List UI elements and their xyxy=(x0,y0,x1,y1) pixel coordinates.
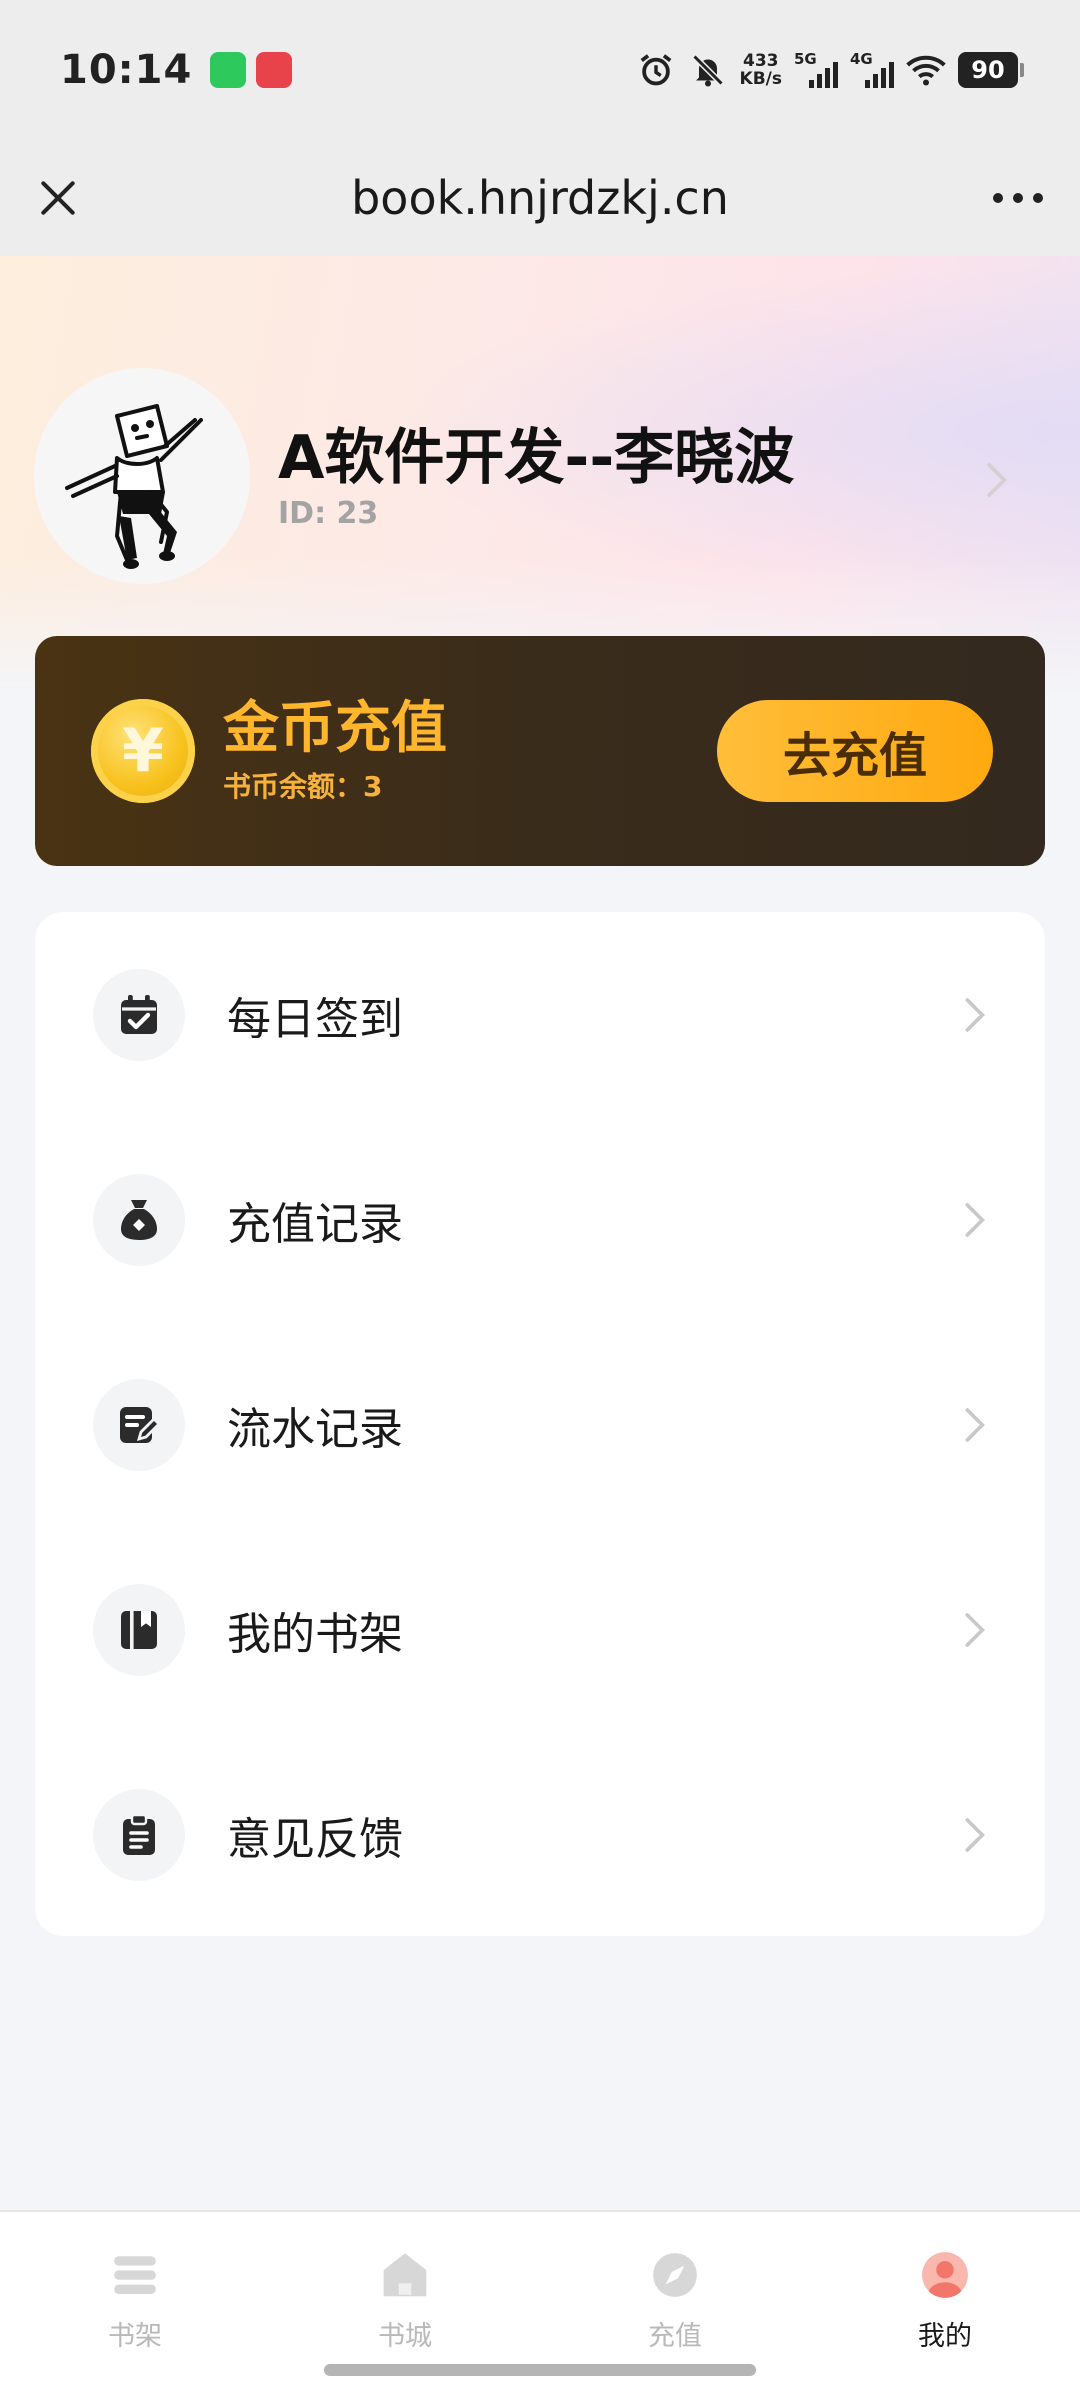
chevron-right-icon xyxy=(965,1817,985,1852)
avatar[interactable] xyxy=(34,368,250,584)
coin-title: 金币充值 xyxy=(223,696,447,761)
network-speed: 433 KB/s xyxy=(740,52,782,88)
network-speed-value: 433 xyxy=(743,51,779,71)
profile-icon xyxy=(918,2248,972,2302)
home-indicator[interactable] xyxy=(324,2364,756,2376)
browser-title-bar: book.hnjrdzkj.cn xyxy=(0,140,1080,256)
status-indicators: 433 KB/s 5G 4G 90 xyxy=(636,50,1024,90)
status-time: 10:14 xyxy=(60,47,193,93)
signal-5g-icon: 5G xyxy=(794,50,838,90)
app-root: 10:14 433 KB/s 5G 4G 90 book.hnjrdzkj.cn… xyxy=(0,0,1080,2400)
signal-4g-icon: 4G xyxy=(850,50,894,90)
menu-list: 每日签到 充值记录 流水记录 我的书架 意见反馈 xyxy=(35,912,1045,1936)
page-url: book.hnjrdzkj.cn xyxy=(351,171,729,225)
menu-item-transaction-records[interactable]: 流水记录 xyxy=(35,1322,1045,1527)
recharge-button[interactable]: 去充值 xyxy=(717,700,993,802)
status-bar: 10:14 433 KB/s 5G 4G 90 xyxy=(0,0,1080,140)
chevron-right-icon xyxy=(965,1407,985,1442)
close-button[interactable] xyxy=(30,170,86,226)
alarm-icon xyxy=(636,50,676,90)
profile-section[interactable]: A软件开发--李晓波 ID: 23 xyxy=(34,368,1046,584)
chevron-right-icon xyxy=(965,1612,985,1647)
mute-icon xyxy=(688,50,728,90)
menu-item-feedback[interactable]: 意见反馈 xyxy=(35,1732,1045,1937)
menu-label: 流水记录 xyxy=(227,1403,403,1455)
menu-label: 意见反馈 xyxy=(227,1813,403,1865)
chevron-right-icon xyxy=(987,463,1008,497)
menu-item-recharge-records[interactable]: 充值记录 xyxy=(35,1117,1045,1322)
nav-tab-bookshelf[interactable]: 书架 xyxy=(0,2212,270,2400)
clipboard-icon xyxy=(93,1788,185,1881)
compass-icon xyxy=(648,2248,702,2302)
more-options-button[interactable] xyxy=(986,170,1050,226)
coin-info: 金币充值 书币余额：3 xyxy=(223,697,447,805)
profile-info: A软件开发--李晓波 ID: 23 xyxy=(278,422,794,531)
wifi-icon xyxy=(906,50,946,90)
app-notification-icon xyxy=(256,52,293,88)
more-icon xyxy=(993,193,1043,203)
avatar-illustration xyxy=(65,404,203,569)
menu-label: 充值记录 xyxy=(227,1198,403,1250)
user-id: ID: 23 xyxy=(278,495,379,531)
nav-label: 我的 xyxy=(918,2321,972,2352)
money-bag-icon xyxy=(93,1173,185,1266)
edit-document-icon xyxy=(93,1378,185,1471)
close-icon xyxy=(41,181,75,215)
menu-label: 每日签到 xyxy=(227,993,403,1045)
coin-recharge-card: ¥ 金币充值 书币余额：3 去充值 xyxy=(35,636,1045,866)
menu-item-daily-checkin[interactable]: 每日签到 xyxy=(35,912,1045,1117)
network-speed-unit: KB/s xyxy=(739,69,782,89)
coin-icon: ¥ xyxy=(91,699,195,803)
menu-label: 我的书架 xyxy=(227,1608,403,1660)
chevron-right-icon xyxy=(965,997,985,1032)
battery-tip xyxy=(1020,63,1024,77)
nav-label: 书城 xyxy=(378,2321,432,2352)
coin-balance: 书币余额：3 xyxy=(223,770,383,803)
battery-level: 90 xyxy=(958,52,1018,88)
user-name: A软件开发--李晓波 xyxy=(278,422,795,493)
nav-tab-profile[interactable]: 我的 xyxy=(810,2212,1080,2400)
bookshelf-icon xyxy=(108,2248,162,2302)
home-icon xyxy=(378,2248,432,2302)
chevron-right-icon xyxy=(965,1202,985,1237)
calendar-check-icon xyxy=(93,968,185,1061)
book-icon xyxy=(93,1583,185,1676)
nav-label: 充值 xyxy=(648,2321,702,2352)
menu-item-my-bookshelf[interactable]: 我的书架 xyxy=(35,1527,1045,1732)
nav-label: 书架 xyxy=(108,2321,162,2352)
wechat-notification-icon xyxy=(210,52,247,88)
